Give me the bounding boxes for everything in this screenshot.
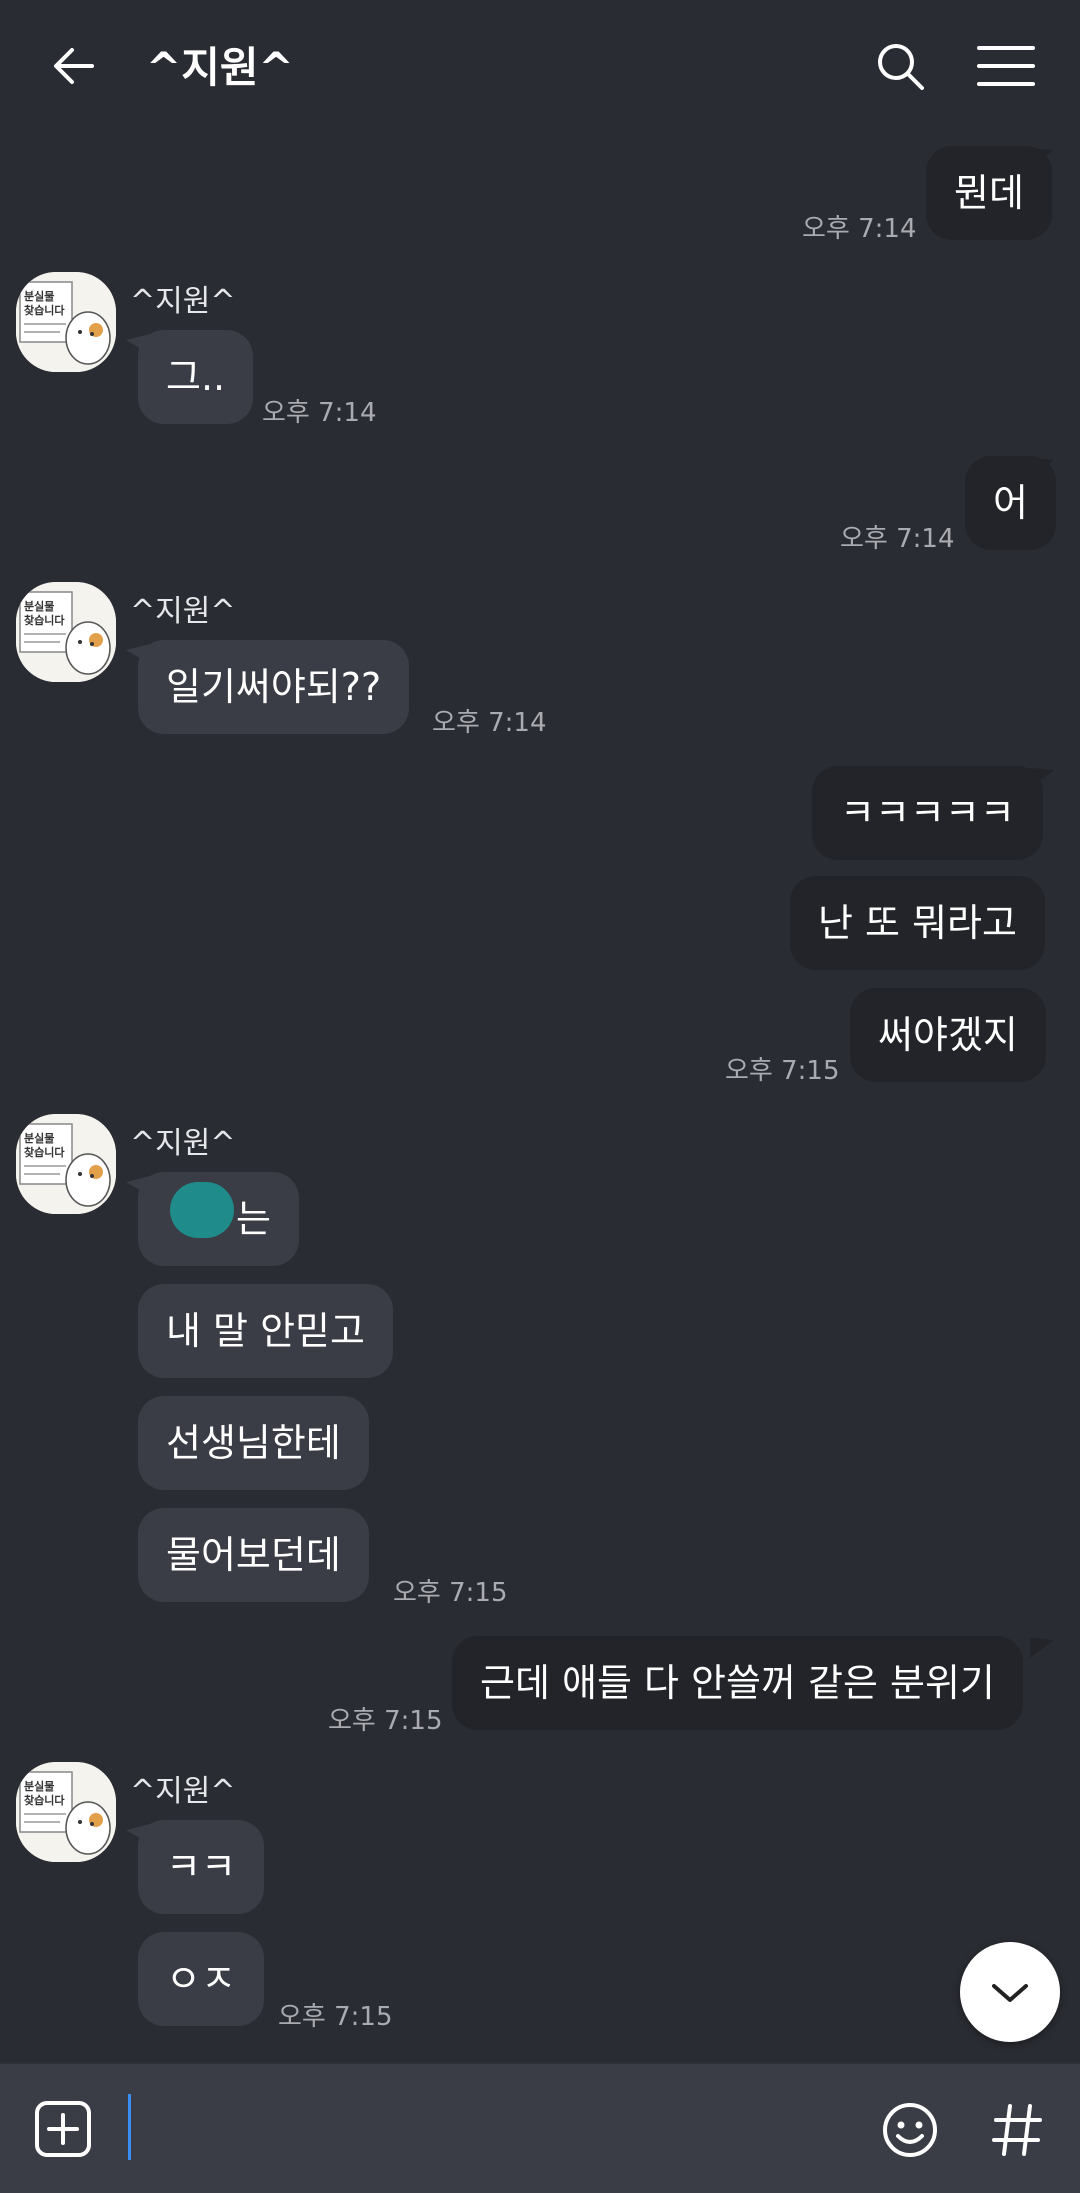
my-message[interactable]: 어 xyxy=(965,456,1056,550)
chat-screen: ^지원^ 뭔데 오후 7:14 분실물 찾습니다 ^지원^ 그.. 오후 7:1… xyxy=(0,0,1080,2193)
message-time: 오후 7:14 xyxy=(432,708,547,738)
contact-avatar[interactable]: 분실물 찾습니다 xyxy=(16,582,116,682)
svg-text:분실물: 분실물 xyxy=(24,1779,54,1793)
their-message[interactable]: 선생님한테 xyxy=(138,1396,369,1490)
plus-box-icon xyxy=(35,2101,91,2157)
avatar-image: 분실물 찾습니다 xyxy=(16,272,116,372)
message-time: 오후 7:14 xyxy=(262,398,377,428)
contact-avatar[interactable]: 분실물 찾습니다 xyxy=(16,1114,116,1214)
message-time: 오후 7:15 xyxy=(328,1706,443,1736)
back-button[interactable] xyxy=(44,36,104,96)
redaction-scribble xyxy=(170,1182,234,1238)
svg-text:찾습니다: 찾습니다 xyxy=(24,1793,65,1807)
my-message[interactable]: 난 또 뭐라고 xyxy=(790,876,1045,970)
svg-text:찾습니다: 찾습니다 xyxy=(24,613,65,627)
hash-icon xyxy=(992,2104,1042,2156)
sender-name: ^지원^ xyxy=(130,594,236,629)
menu-button[interactable] xyxy=(975,36,1037,96)
svg-text:분실물: 분실물 xyxy=(24,1131,54,1145)
add-attachment-button[interactable] xyxy=(34,2100,92,2158)
back-arrow-icon xyxy=(54,48,94,84)
emoji-button[interactable] xyxy=(880,2100,940,2160)
avatar-image: 분실물 찾습니다 xyxy=(16,1114,116,1214)
their-message[interactable]: ㅋㅋ xyxy=(138,1820,264,1914)
svg-text:찾습니다: 찾습니다 xyxy=(24,1145,65,1159)
search-button[interactable] xyxy=(870,36,930,96)
avatar-image: 분실물 찾습니다 xyxy=(16,1762,116,1862)
scroll-to-bottom-button[interactable] xyxy=(960,1942,1060,2042)
their-message[interactable]: ㅇㅈ xyxy=(138,1932,264,2026)
bubble-tail xyxy=(1030,1638,1054,1658)
my-message[interactable]: 근데 애들 다 안쓸꺼 같은 분위기 xyxy=(452,1636,1023,1730)
message-input[interactable] xyxy=(128,2094,131,2160)
search-icon xyxy=(878,44,924,90)
their-message[interactable]: 일기써야되?? xyxy=(138,640,410,734)
hashtag-button[interactable] xyxy=(990,2100,1046,2160)
my-message[interactable]: 뭔데 xyxy=(926,146,1052,240)
chevron-down-icon xyxy=(992,1984,1028,2002)
avatar-image: 분실물 찾습니다 xyxy=(16,582,116,682)
their-message[interactable]: 그.. xyxy=(138,330,254,424)
emoji-icon xyxy=(883,2103,937,2157)
svg-text:분실물: 분실물 xyxy=(24,289,54,303)
message-time: 오후 7:15 xyxy=(278,2002,393,2032)
contact-avatar[interactable]: 분실물 찾습니다 xyxy=(16,272,116,372)
message-time: 오후 7:14 xyxy=(802,214,917,244)
menu-icon xyxy=(977,46,1035,86)
my-message[interactable]: 써야겠지 xyxy=(850,988,1046,1082)
chat-title: ^지원^ xyxy=(146,43,294,92)
sender-name: ^지원^ xyxy=(130,284,236,319)
their-message[interactable]: 물어보던데 xyxy=(138,1508,369,1602)
my-message[interactable]: ㅋㅋㅋㅋㅋ xyxy=(812,766,1043,860)
sender-name: ^지원^ xyxy=(130,1774,236,1809)
message-time: 오후 7:15 xyxy=(725,1056,840,1086)
svg-text:찾습니다: 찾습니다 xyxy=(24,303,65,317)
chat-header: ^지원^ xyxy=(0,0,1080,130)
message-input-bar xyxy=(0,2062,1080,2193)
contact-avatar[interactable]: 분실물 찾습니다 xyxy=(16,1762,116,1862)
svg-text:분실물: 분실물 xyxy=(24,599,54,613)
message-time: 오후 7:15 xyxy=(393,1578,508,1608)
sender-name: ^지원^ xyxy=(130,1126,236,1161)
message-time: 오후 7:14 xyxy=(840,524,955,554)
their-message[interactable]: 내 말 안믿고 xyxy=(138,1284,393,1378)
